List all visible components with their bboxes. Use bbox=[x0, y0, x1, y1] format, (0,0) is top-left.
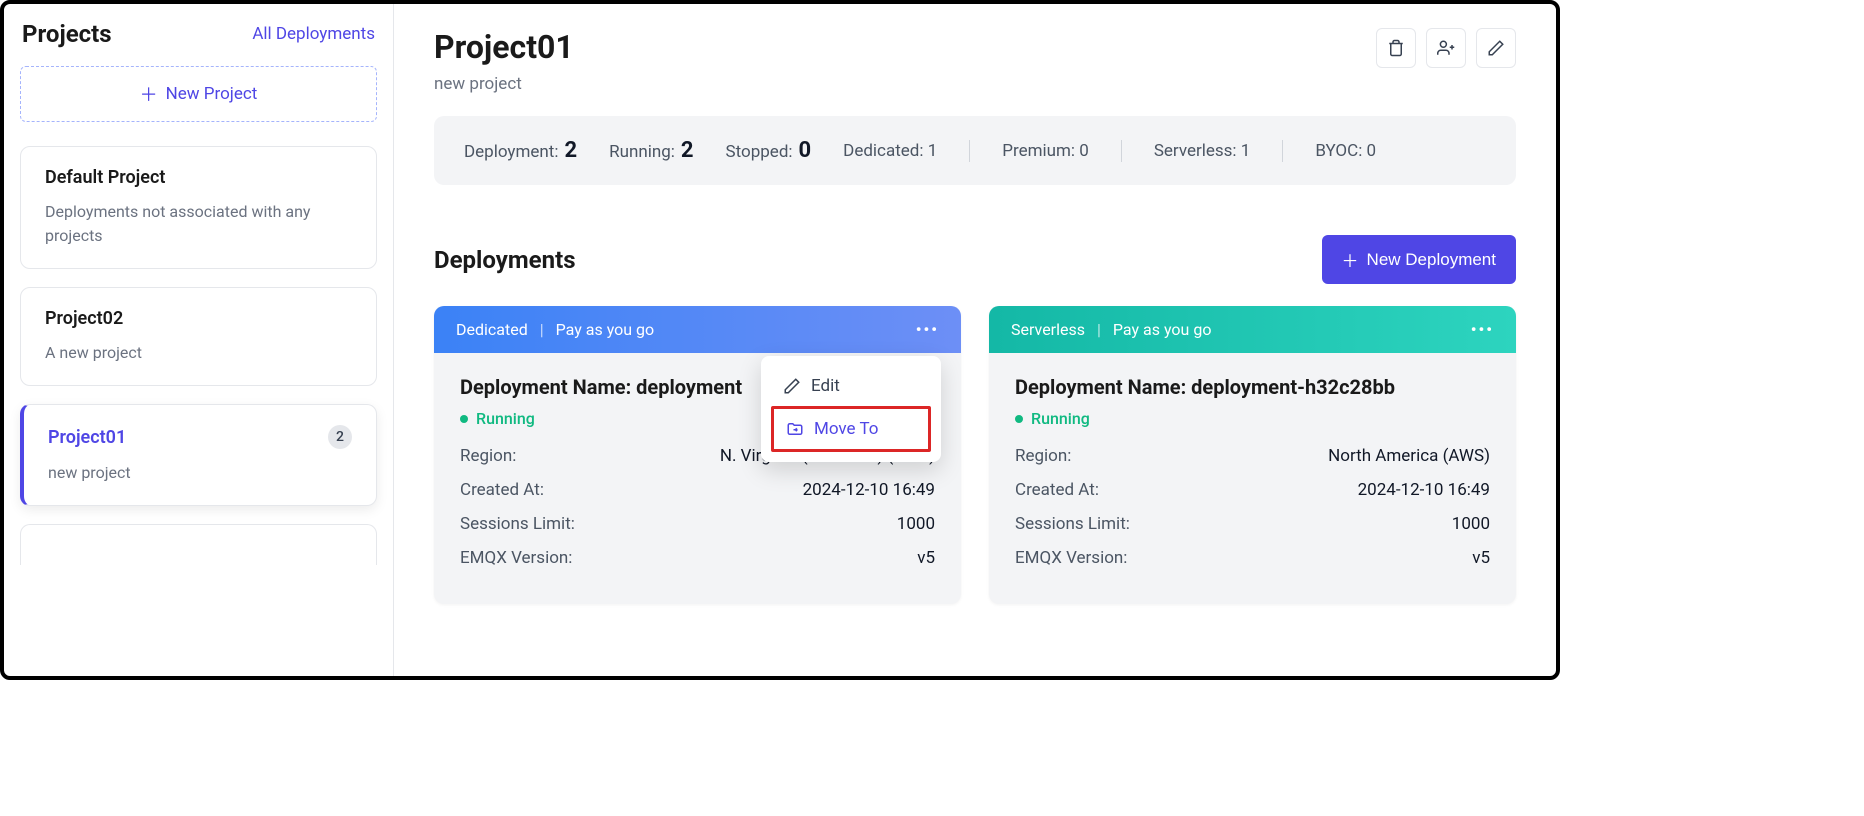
pencil-icon bbox=[1487, 39, 1505, 57]
user-plus-icon bbox=[1437, 39, 1455, 57]
trash-icon bbox=[1387, 39, 1405, 57]
card-header: Serverless | Pay as you go ••• bbox=[989, 306, 1516, 353]
stat-dedicated: Dedicated: 1 bbox=[843, 141, 937, 161]
divider bbox=[969, 140, 970, 162]
project-desc: A new project bbox=[45, 341, 352, 365]
stats-bar: Deployment: 2 Running: 2 Stopped: 0 Dedi… bbox=[434, 116, 1516, 185]
project-card-project02[interactable]: Project02 A new project bbox=[20, 287, 377, 386]
project-desc: new project bbox=[48, 461, 352, 485]
plan-label: Pay as you go bbox=[1113, 320, 1212, 339]
stat-serverless: Serverless: 1 bbox=[1154, 141, 1251, 161]
more-menu-button[interactable]: ••• bbox=[916, 320, 939, 339]
separator: | bbox=[1097, 320, 1101, 339]
stat-byoc: BYOC: 0 bbox=[1315, 141, 1376, 161]
page-header: Project01 new project bbox=[434, 28, 1516, 116]
card-body: Deployment Name: deployment-h32c28bb Run… bbox=[989, 353, 1516, 604]
status-dot-icon bbox=[460, 415, 468, 423]
project-card-default[interactable]: Default Project Deployments not associat… bbox=[20, 146, 377, 269]
plan-label: Pay as you go bbox=[556, 320, 655, 339]
folder-move-icon bbox=[786, 420, 804, 438]
sessions-row: Sessions Limit:1000 bbox=[1015, 514, 1490, 534]
divider bbox=[1121, 140, 1122, 162]
new-deployment-button[interactable]: ＋ New Deployment bbox=[1322, 235, 1516, 284]
deployment-count-badge: 2 bbox=[328, 425, 352, 449]
card-actions-dropdown: Edit Move To bbox=[761, 356, 941, 462]
add-user-button[interactable] bbox=[1426, 28, 1466, 68]
all-deployments-link[interactable]: All Deployments bbox=[252, 24, 375, 44]
new-project-button[interactable]: ＋ New Project bbox=[20, 66, 377, 122]
highlight-annotation: Move To bbox=[771, 406, 931, 452]
region-row: Region:North America (AWS) bbox=[1015, 446, 1490, 466]
project-name: Default Project bbox=[45, 167, 352, 188]
tier-label: Serverless bbox=[1011, 320, 1085, 339]
status-dot-icon bbox=[1015, 415, 1023, 423]
status-text: Running bbox=[1031, 409, 1090, 428]
stat-deployment: Deployment: 2 bbox=[464, 138, 577, 163]
stat-stopped: Stopped: 0 bbox=[726, 138, 812, 163]
deployment-card-dedicated[interactable]: Dedicated | Pay as you go ••• Deployment… bbox=[434, 306, 961, 604]
stat-running: Running: 2 bbox=[609, 138, 693, 163]
project-card-project01[interactable]: Project01 2 new project bbox=[20, 404, 377, 506]
edit-project-button[interactable] bbox=[1476, 28, 1516, 68]
project-name: Project01 2 bbox=[48, 425, 352, 449]
version-row: EMQX Version:v5 bbox=[1015, 548, 1490, 568]
deployments-grid: Dedicated | Pay as you go ••• Deployment… bbox=[434, 306, 1516, 604]
tier-label: Dedicated bbox=[456, 320, 528, 339]
sidebar-header: Projects All Deployments bbox=[20, 20, 377, 48]
plus-icon: ＋ bbox=[140, 81, 158, 107]
sessions-row: Sessions Limit:1000 bbox=[460, 514, 935, 534]
projects-title: Projects bbox=[22, 20, 112, 48]
main-content: Project01 new project Deployment: 2 bbox=[394, 4, 1556, 676]
page-title: Project01 bbox=[434, 28, 574, 66]
new-project-label: New Project bbox=[166, 84, 258, 104]
status-row: Running bbox=[1015, 409, 1490, 428]
more-menu-button[interactable]: ••• bbox=[1471, 320, 1494, 339]
deployment-card-serverless[interactable]: Serverless | Pay as you go ••• Deploymen… bbox=[989, 306, 1516, 604]
pencil-icon bbox=[783, 377, 801, 395]
project-card-placeholder bbox=[20, 524, 377, 565]
separator: | bbox=[540, 320, 544, 339]
version-row: EMQX Version:v5 bbox=[460, 548, 935, 568]
dropdown-move-to[interactable]: Move To bbox=[774, 409, 928, 449]
sidebar: Projects All Deployments ＋ New Project D… bbox=[4, 4, 394, 676]
project-desc: Deployments not associated with any proj… bbox=[45, 200, 352, 248]
created-row: Created At:2024-12-10 16:49 bbox=[460, 480, 935, 500]
deployments-header: Deployments ＋ New Deployment bbox=[434, 235, 1516, 284]
delete-button[interactable] bbox=[1376, 28, 1416, 68]
deployments-title: Deployments bbox=[434, 246, 576, 274]
divider bbox=[1282, 140, 1283, 162]
dropdown-edit[interactable]: Edit bbox=[761, 366, 941, 406]
card-header: Dedicated | Pay as you go ••• bbox=[434, 306, 961, 353]
project-name: Project02 bbox=[45, 308, 352, 329]
header-actions bbox=[1376, 28, 1516, 68]
deployment-name: Deployment Name: deployment-h32c28bb bbox=[1015, 375, 1490, 399]
page-subtitle: new project bbox=[434, 74, 574, 94]
created-row: Created At:2024-12-10 16:49 bbox=[1015, 480, 1490, 500]
plus-icon: ＋ bbox=[1342, 247, 1359, 272]
stat-premium: Premium: 0 bbox=[1002, 141, 1089, 161]
status-text: Running bbox=[476, 409, 535, 428]
